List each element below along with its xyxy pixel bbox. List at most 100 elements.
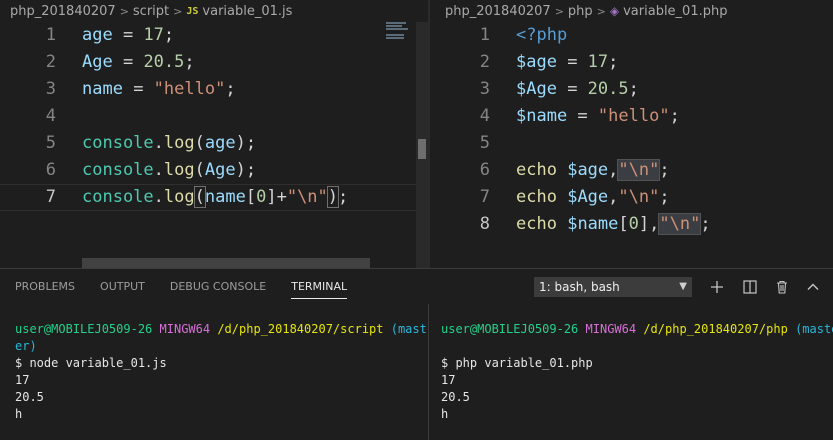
trash-icon[interactable] [772,276,792,298]
javascript-file-icon: JS [186,5,199,17]
line-number: 7 [479,187,490,207]
breadcrumb-folder[interactable]: php_201840207 [445,4,551,19]
token-string-highlighted: "\n" [658,213,702,235]
editor-pane-left[interactable]: php_201840207 > script > JS variable_01.… [0,0,428,268]
line-number: 5 [45,133,56,153]
code-line[interactable]: 1 <?php [430,22,833,49]
scrollbar-thumb[interactable] [418,139,426,159]
terminal-user: user@MOBILEJ0509-26 [441,322,579,336]
terminal-output-line: 20.5 [441,390,470,404]
terminal-select-value: 1: bash, bash [539,280,620,294]
code-line[interactable]: 7 echo $Age,"\n"; [430,184,833,211]
line-number: 6 [479,160,490,180]
token-punctuation: ; [659,160,670,180]
split-icon[interactable] [740,276,760,298]
code-line[interactable]: 2 Age = 20.5; [0,49,428,76]
token-punctuation: ; [628,79,639,99]
tab-output[interactable]: OUTPUT [90,269,155,305]
breadcrumb-file[interactable]: variable_01.js [202,4,292,19]
chevron-right-icon: > [119,4,129,18]
code-area-left[interactable]: 1 age = 17; 2 Age = 20.5; 3 name = "hell… [0,22,428,211]
terminal-output-line: 17 [15,373,30,387]
token-operator: = [112,52,144,72]
terminal-left[interactable]: user@MOBILEJ0509-26 MINGW64 /d/php_20184… [0,304,427,440]
token-operator: = [122,79,154,99]
token-object: console [82,187,154,207]
minimap[interactable] [386,22,416,42]
token-punctuation: ] [638,214,650,234]
breadcrumb-folder[interactable]: php_201840207 [10,4,116,19]
line-number: 3 [45,79,56,99]
token-variable: name [204,187,246,207]
token-punctuation: ; [163,25,175,45]
editor-pane-right[interactable]: php_201840207 > php > ◈ variable_01.php … [430,0,833,268]
line-number: 3 [479,79,490,99]
terminal-output-line: h [15,407,23,421]
token-variable: age [82,25,113,45]
token-punctuation: [ [245,187,257,207]
token-string: "hello" [153,79,226,99]
chevron-up-icon[interactable] [803,276,823,298]
token-object: console [82,160,154,180]
terminal-select[interactable]: 1: bash, bash ▼ [534,277,692,297]
terminal-branch: (mast [390,322,427,336]
line-number: 7 [45,187,56,207]
terminal-user: user@MOBILEJ0509-26 [15,322,153,336]
code-line-current[interactable]: 7 console.log(name[0]+"\n"); [0,184,428,211]
terminal-branch: er) [15,339,37,353]
code-area-right[interactable]: 1 <?php 2 $age = 17; 3 $Age = 20.5; 4 $n… [430,22,833,238]
token-punctuation: ] [266,187,277,207]
code-line[interactable]: 3 $Age = 20.5; [430,76,833,103]
token-punctuation: ; [608,52,619,72]
token-php-tag: <?php [516,25,568,45]
tab-debug-console[interactable]: DEBUG CONSOLE [160,269,276,305]
code-line[interactable]: 6 echo $age,"\n"; [430,157,833,184]
token-number: 0 [256,187,267,207]
breadcrumb-subfolder[interactable]: script [133,4,169,19]
terminal-right[interactable]: user@MOBILEJ0509-26 MINGW64 /d/php_20184… [428,304,833,440]
token-punctuation: , [608,160,619,180]
token-number: 20.5 [143,52,185,72]
plus-icon[interactable] [707,276,727,298]
token-variable: $Age [567,187,609,207]
breadcrumb-right: php_201840207 > php > ◈ variable_01.php [430,0,833,22]
terminal-output-line: h [441,407,449,421]
token-string: "hello" [597,106,670,126]
code-line[interactable]: 1 age = 17; [0,22,428,49]
token-string: "\n" [286,187,328,207]
token-keyword: echo [516,214,557,234]
token-punctuation: ); [235,160,257,180]
code-line[interactable]: 2 $age = 17; [430,49,833,76]
terminal-prompt-line: user@MOBILEJ0509-26 MINGW64 /d/php_20184… [441,321,833,338]
code-line[interactable]: 3 name = "hello"; [0,76,428,103]
horizontal-scrollbar[interactable] [82,258,370,268]
code-line[interactable]: 5 console.log(age); [0,130,428,157]
token-punctuation: ( [194,160,205,180]
token-variable: $age [516,52,557,72]
token-number: 17 [587,52,609,72]
token-operator: + [276,187,287,207]
code-line[interactable]: 4 $name = "hello"; [430,103,833,130]
code-line-current[interactable]: 8 echo $name[0],"\n"; [430,211,833,238]
breadcrumb-subfolder[interactable]: php [568,4,593,19]
token-function: log [163,133,195,153]
terminal-host: MINGW64 [585,322,637,336]
breadcrumb-file[interactable]: variable_01.php [623,4,727,19]
code-line[interactable]: 6 console.log(Age); [0,157,428,184]
line-number: 8 [479,214,490,234]
token-object: console [82,133,154,153]
token-punctuation: . [153,133,164,153]
token-number: 0 [628,214,639,234]
vertical-scrollbar[interactable] [416,22,428,268]
terminal-output-line: 17 [441,373,456,387]
tab-terminal[interactable]: TERMINAL [281,269,357,305]
token-variable: $Age [516,79,557,99]
code-line[interactable]: 4 [0,103,428,130]
chevron-right-icon: > [173,4,183,18]
token-function: log [163,160,195,180]
code-line[interactable]: 5 [430,130,833,157]
token-variable: Age [82,52,113,72]
tab-problems[interactable]: PROBLEMS [5,269,85,305]
